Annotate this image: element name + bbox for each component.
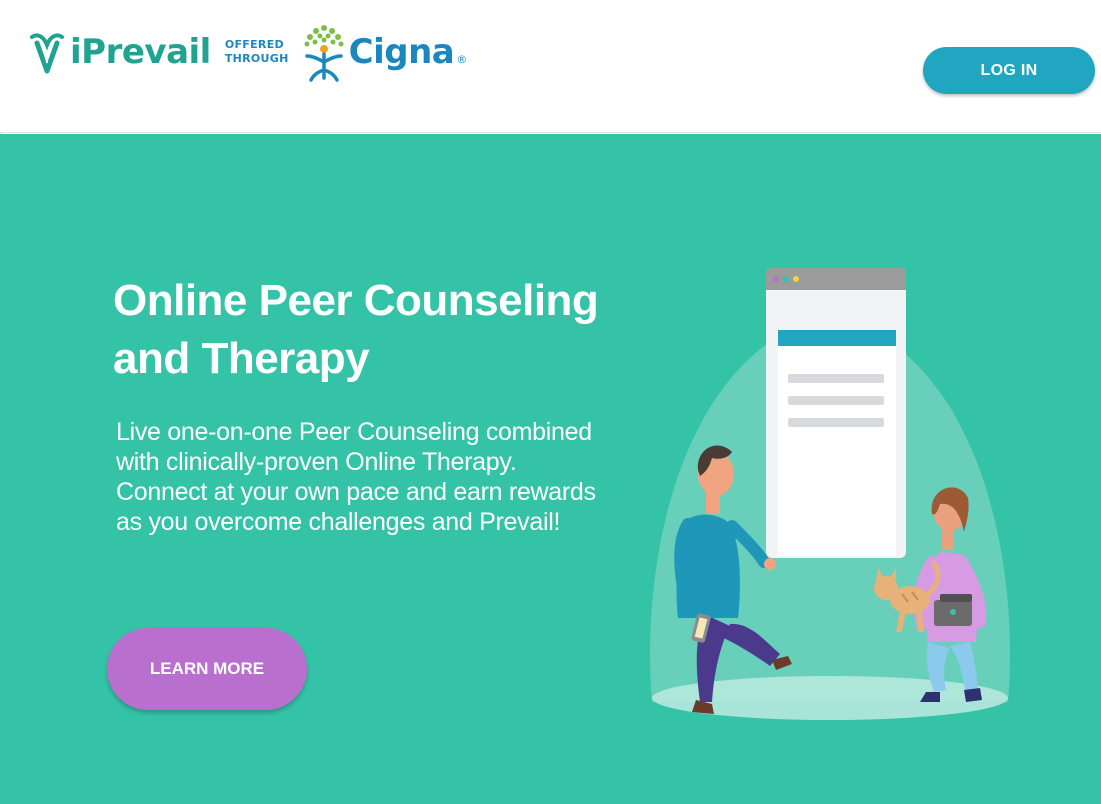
partner-name: Cigna (348, 32, 455, 72)
iprevail-leaf-icon (30, 33, 64, 74)
browser-window-graphic (766, 268, 906, 558)
hero-title: Online Peer Counseling and Therapy (113, 272, 673, 388)
brand-logo-group[interactable]: iPrevail OFFERED THROUGH Cigna ® (28, 22, 467, 82)
hero-description: Live one-on-one Peer Counseling combined… (116, 417, 676, 537)
hero-title-line-1: Online Peer Counseling (113, 276, 599, 325)
hero-title-line-2: and Therapy (113, 334, 370, 383)
hero-desc-line-2: with clinically-proven Online Therapy. (116, 448, 517, 476)
offered-through-label: OFFERED THROUGH (225, 38, 289, 66)
offered-line-2: THROUGH (224, 52, 289, 65)
hero-desc-line-4: as you overcome challenges and Prevail! (116, 508, 561, 536)
hero-desc-line-3: Connect at your own pace and earn reward… (116, 478, 596, 506)
learn-more-button[interactable]: LEARN MORE (107, 628, 307, 710)
login-button[interactable]: LOG IN (923, 47, 1095, 94)
brand-name: iPrevail (70, 32, 211, 72)
partner-registered-mark: ® (456, 52, 468, 66)
hero-section: Online Peer Counseling and Therapy Live … (0, 134, 1101, 804)
site-header: iPrevail OFFERED THROUGH Cigna ® LOG IN (0, 0, 1101, 133)
cigna-tree-icon (304, 25, 344, 82)
hero-illustration (650, 268, 1010, 720)
offered-line-1: OFFERED (224, 38, 284, 51)
hero-desc-line-1: Live one-on-one Peer Counseling combined (116, 418, 592, 446)
